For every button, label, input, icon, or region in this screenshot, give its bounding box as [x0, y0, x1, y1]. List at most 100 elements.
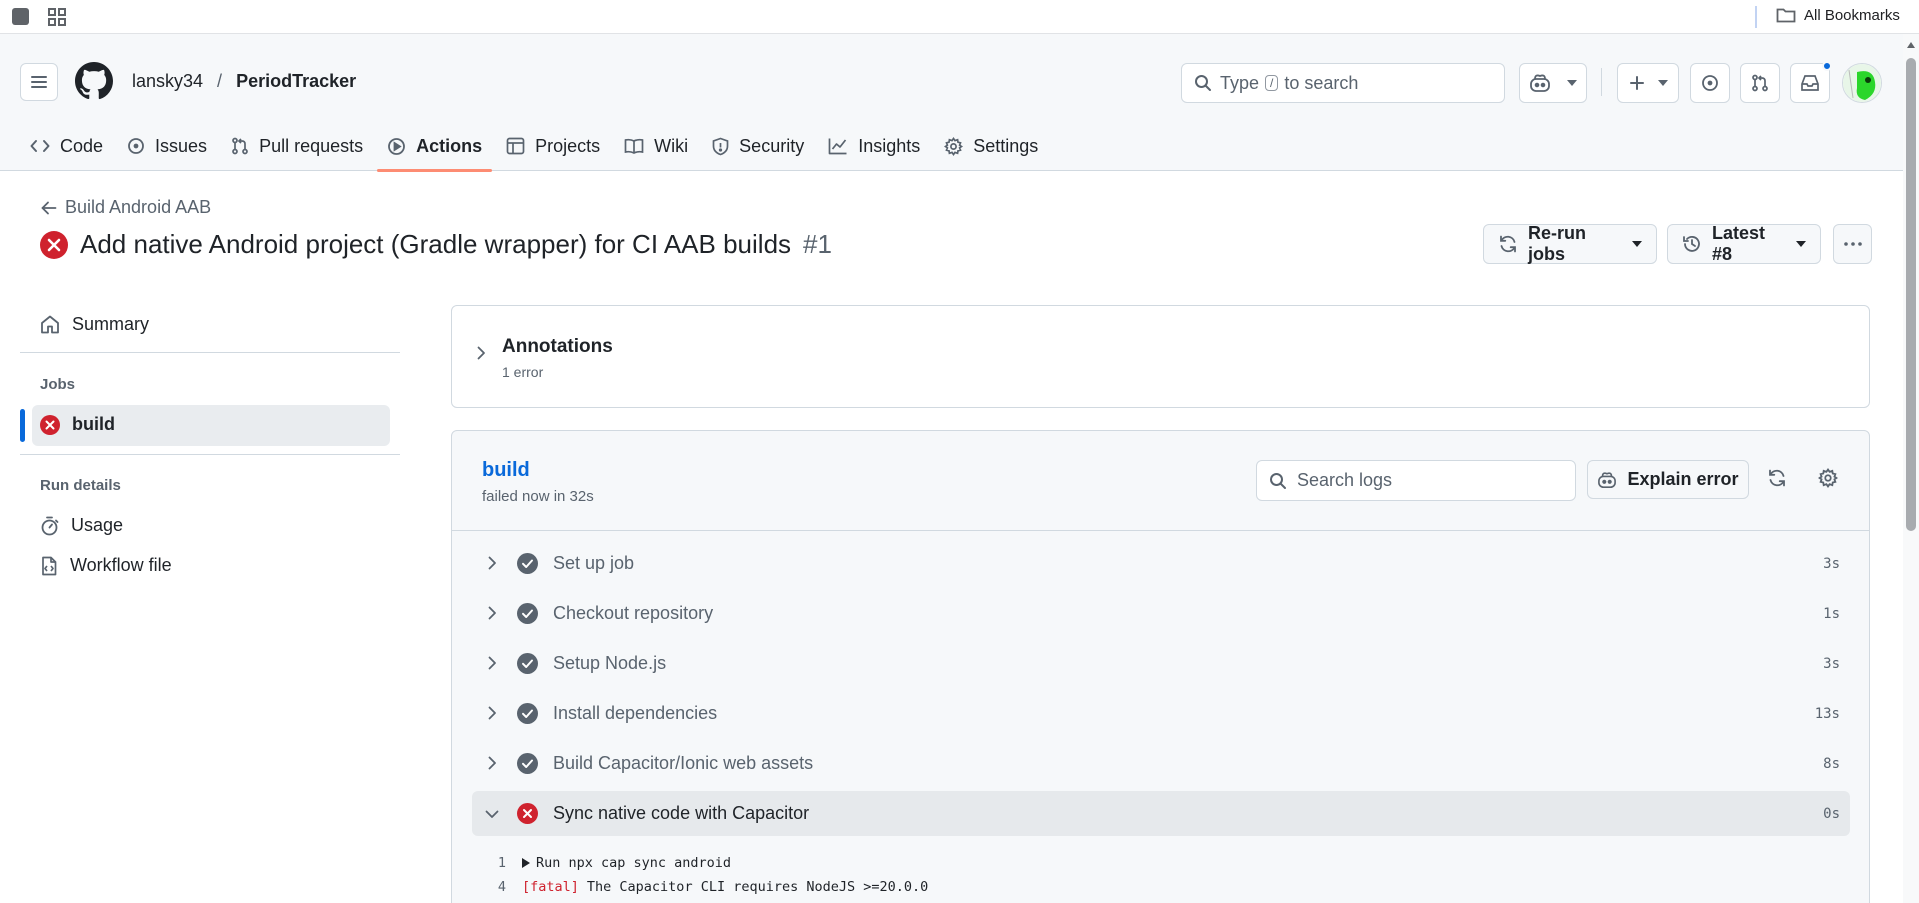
scroll-up-arrow-icon[interactable]: [1907, 42, 1915, 48]
repo-owner-link[interactable]: lansky34: [132, 71, 203, 92]
pull-requests-shortcut-button[interactable]: [1740, 63, 1780, 103]
chevron-down-icon: [1632, 241, 1642, 247]
tab-projects[interactable]: Projects: [494, 121, 612, 171]
copilot-button[interactable]: [1519, 63, 1587, 103]
rerun-jobs-button[interactable]: Re-run jobs: [1483, 223, 1657, 264]
tab-insights[interactable]: Insights: [816, 121, 932, 171]
bookmarks-divider: [1755, 6, 1757, 28]
step-duration: 0s: [1823, 805, 1840, 822]
scrollbar-thumb[interactable]: [1906, 58, 1916, 531]
job-log-panel: build failed now in 32s Search logs Expl…: [451, 430, 1870, 903]
tab-issues[interactable]: Issues: [115, 121, 219, 171]
issue-opened-icon: [1701, 74, 1719, 92]
tab-settings[interactable]: Settings: [932, 121, 1050, 171]
git-pull-request-icon: [231, 137, 249, 155]
chevron-down-icon: [1658, 80, 1668, 86]
tab-wiki-label: Wiki: [654, 135, 689, 156]
chevron-right-icon: [488, 606, 497, 620]
run-number: #1: [803, 229, 832, 259]
bookmarks-bar: All Bookmarks: [0, 0, 1919, 34]
github-logo-icon[interactable]: [75, 62, 113, 100]
sidebar-run-details-heading: Run details: [40, 477, 121, 494]
repo-header: lansky34 / PeriodTracker Type / to searc…: [0, 34, 1919, 172]
file-code-icon: [40, 556, 58, 576]
triangle-right-icon[interactable]: [522, 858, 530, 868]
job-name[interactable]: build: [482, 459, 530, 482]
search-logs-placeholder: Search logs: [1297, 470, 1393, 490]
tab-favicon-icon[interactable]: [12, 8, 29, 25]
more-options-button[interactable]: [1833, 224, 1872, 264]
graph-icon: [828, 137, 848, 155]
sidebar-workflow-file[interactable]: Workflow file: [40, 555, 172, 576]
step-row[interactable]: Checkout repository 1s: [472, 591, 1850, 636]
back-to-workflow-link[interactable]: Build Android AAB: [41, 197, 211, 218]
code-icon: [30, 138, 50, 154]
search-icon: [1194, 74, 1212, 92]
sidebar-workflow-file-label: Workflow file: [70, 555, 172, 575]
step-row-expanded[interactable]: Sync native code with Capacitor 0s: [472, 791, 1850, 836]
history-icon: [1682, 234, 1702, 254]
step-row[interactable]: Build Capacitor/Ionic web assets 8s: [472, 741, 1850, 786]
job-status-text: failed now in 32s: [482, 488, 594, 505]
breadcrumb-separator: /: [217, 71, 223, 91]
chevron-right-icon: [488, 556, 497, 570]
check-circle-fill-icon: [517, 753, 538, 774]
all-bookmarks-button[interactable]: All Bookmarks: [1776, 6, 1900, 24]
folder-icon: [1776, 6, 1796, 24]
apps-grid-icon[interactable]: [48, 8, 66, 26]
workflow-name: Build Android AAB: [65, 197, 212, 217]
step-row[interactable]: Set up job 3s: [472, 541, 1850, 586]
sidebar-job-label: build: [72, 414, 115, 434]
gear-icon: [944, 136, 964, 156]
header-divider: [1601, 68, 1602, 96]
step-duration: 3s: [1823, 655, 1840, 672]
sidebar-usage[interactable]: Usage: [40, 515, 123, 536]
explain-error-button[interactable]: Explain error: [1587, 460, 1749, 499]
sidebar-job-build[interactable]: build: [40, 414, 115, 435]
home-icon: [40, 315, 60, 334]
chevron-right-icon: [477, 346, 486, 360]
refresh-logs-icon[interactable]: [1767, 468, 1787, 488]
global-search-input[interactable]: Type / to search: [1181, 63, 1505, 103]
tab-pull-requests[interactable]: Pull requests: [219, 121, 375, 171]
tab-actions[interactable]: Actions: [375, 121, 494, 172]
search-logs-input[interactable]: Search logs: [1256, 460, 1576, 501]
check-circle-fill-icon: [517, 703, 538, 724]
step-row[interactable]: Setup Node.js 3s: [472, 641, 1850, 686]
tab-security[interactable]: Security: [700, 121, 816, 171]
run-title: Add native Android project (Gradle wrapp…: [40, 229, 832, 260]
tab-security-label: Security: [739, 135, 805, 156]
log-line-text: Run npx cap sync android: [536, 855, 732, 871]
annotations-panel[interactable]: Annotations 1 error: [451, 305, 1870, 408]
chevron-right-icon: [488, 756, 497, 770]
repo-nav-tabs: Code Issues Pull requests Actions Projec…: [18, 121, 1050, 172]
step-row[interactable]: Install dependencies 13s: [472, 691, 1850, 736]
plus-icon: [1628, 74, 1646, 92]
issues-shortcut-button[interactable]: [1690, 63, 1730, 103]
sidebar-active-indicator: [20, 409, 25, 442]
tab-code[interactable]: Code: [18, 121, 115, 171]
sidebar-usage-label: Usage: [71, 515, 124, 535]
table-icon: [506, 137, 525, 155]
log-line-number[interactable]: 1: [472, 855, 522, 871]
git-pull-request-icon: [1751, 74, 1769, 92]
sidebar-divider: [20, 454, 400, 455]
gear-icon[interactable]: [1818, 468, 1838, 488]
tab-wiki[interactable]: Wiki: [612, 121, 700, 171]
tab-pull-requests-label: Pull requests: [259, 135, 364, 156]
repo-name-link[interactable]: PeriodTracker: [236, 71, 356, 92]
avatar[interactable]: [1842, 63, 1882, 103]
create-new-button[interactable]: [1617, 63, 1679, 103]
latest-attempt-button[interactable]: Latest #8: [1667, 223, 1821, 264]
step-label: Set up job: [553, 553, 635, 573]
repo-breadcrumb: lansky34 / PeriodTracker: [132, 71, 356, 92]
chevron-down-icon: [1796, 241, 1806, 247]
kebab-horizontal-icon: [1843, 241, 1863, 247]
menu-button[interactable]: [20, 63, 58, 101]
check-circle-fill-icon: [517, 603, 538, 624]
sidebar-summary[interactable]: Summary: [40, 314, 149, 335]
log-line-number[interactable]: 4: [472, 879, 522, 895]
log-line: 1 Run npx cap sync android: [472, 855, 731, 871]
run-title-text: Add native Android project (Gradle wrapp…: [80, 229, 792, 259]
stopwatch-icon: [40, 516, 59, 536]
